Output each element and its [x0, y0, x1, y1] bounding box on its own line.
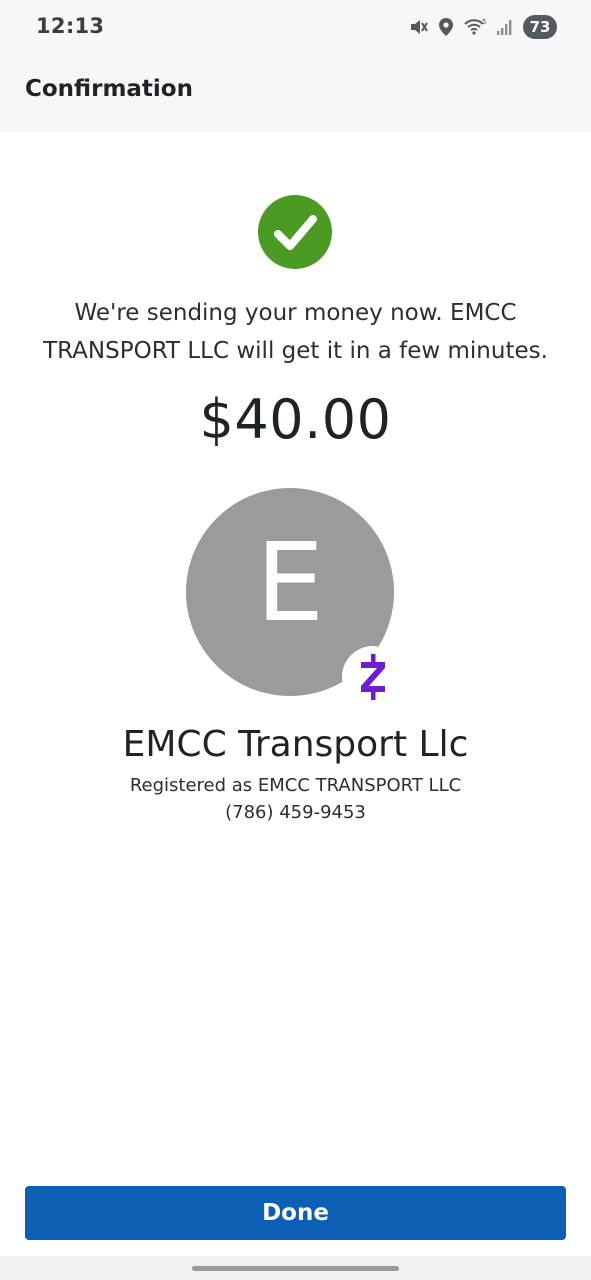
wifi-icon: 5 — [463, 17, 487, 37]
check-circle-icon — [258, 195, 332, 269]
status-bar: 12:13 5 73 — [0, 0, 591, 54]
battery-indicator: 73 — [523, 15, 557, 39]
status-icons: 5 73 — [409, 14, 557, 40]
payment-amount: $40.00 — [199, 388, 392, 451]
app-header: Confirmation — [0, 54, 591, 132]
zelle-logo-icon — [342, 646, 404, 708]
avatar-initial: E — [255, 521, 325, 646]
recipient-phone: (786) 459-9453 — [225, 802, 366, 823]
home-indicator[interactable] — [192, 1266, 399, 1271]
status-time: 12:13 — [36, 14, 105, 38]
page-title: Confirmation — [25, 76, 193, 102]
mute-icon — [409, 17, 429, 37]
svg-text:5: 5 — [482, 18, 486, 26]
navigation-bar — [0, 1256, 591, 1280]
recipient-name: EMCC Transport Llc — [122, 724, 469, 765]
done-button[interactable]: Done — [25, 1186, 566, 1240]
signal-icon — [496, 18, 514, 36]
registered-as: Registered as EMCC TRANSPORT LLC — [129, 775, 462, 796]
confirmation-message: We're sending your money now. EMCC TRANS… — [43, 300, 548, 364]
location-icon — [438, 17, 454, 37]
